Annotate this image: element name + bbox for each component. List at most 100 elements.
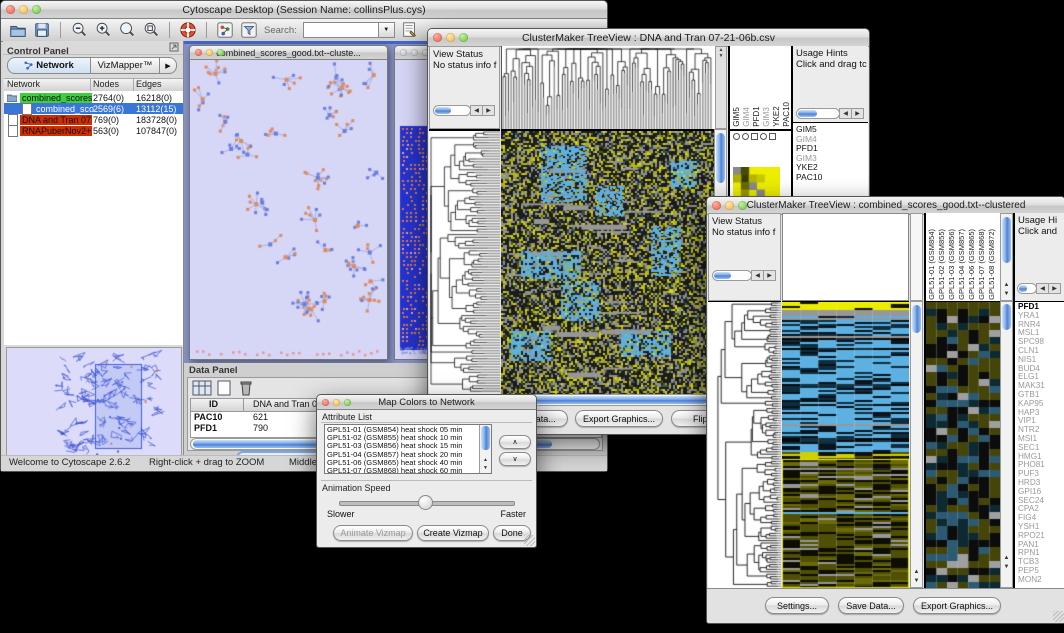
col-label: PAC10	[782, 102, 791, 127]
close-button[interactable]	[433, 33, 442, 42]
view-status-scrollbar[interactable]: ◀▶	[712, 270, 776, 281]
open-file-icon[interactable]	[9, 21, 27, 39]
network-canvas[interactable]	[190, 60, 385, 358]
slower-label: Slower	[327, 509, 355, 519]
minimize-button[interactable]	[206, 49, 213, 56]
move-up-button[interactable]: ∧	[499, 435, 531, 449]
treeview1-titlebar[interactable]: ClusterMaker TreeView : DNA and Tran 07-…	[428, 29, 869, 47]
zoom-button[interactable]	[32, 5, 41, 14]
gene-label[interactable]: MON2	[1018, 576, 1064, 585]
zoom-button[interactable]	[738, 201, 747, 210]
birdseye-overview[interactable]	[6, 347, 182, 461]
tv2-label-scrollbar[interactable]: ▲▼	[1000, 213, 1013, 301]
minimize-button[interactable]	[19, 5, 28, 14]
close-button[interactable]	[195, 49, 202, 56]
zoom-out-icon[interactable]	[70, 21, 88, 39]
control-panel: Control Panel Network VizMapper™ ▶ Netwo…	[3, 41, 184, 463]
zoom-button[interactable]	[344, 399, 351, 406]
network-tab-icon	[24, 61, 33, 70]
col-nodes[interactable]: Nodes	[93, 79, 119, 89]
close-button[interactable]	[322, 399, 329, 406]
save-icon[interactable]	[33, 21, 51, 39]
minimize-button[interactable]	[725, 201, 734, 210]
window-controls[interactable]	[1, 5, 46, 14]
delete-attribute-icon[interactable]	[236, 380, 256, 396]
tab-overflow[interactable]: ▶	[159, 57, 177, 74]
tv2-vscrollbar[interactable]: ▲▼	[910, 301, 923, 588]
filter-icon[interactable]	[240, 21, 258, 39]
network-row[interactable]: DNA and Tran 07 769(0) 183728(0)	[4, 114, 183, 125]
cytoscape-titlebar[interactable]: Cytoscape Desktop (Session Name: collins…	[1, 1, 607, 19]
tv1-row-dendrogram[interactable]	[429, 129, 500, 394]
zoom-in-icon[interactable]	[94, 21, 112, 39]
tv2-heatmap[interactable]	[782, 301, 909, 589]
minimize-button[interactable]	[446, 33, 455, 42]
save-data-button[interactable]: Save Data...	[838, 597, 904, 614]
settings-button[interactable]: Settings...	[765, 597, 829, 614]
tv2-gene-list[interactable]: PFD1 YRA1RNR4MSL1SPC98CLN1NIS1BUD4ELG1MA…	[1015, 301, 1064, 588]
float-panel-icon[interactable]	[169, 42, 179, 52]
export-graphics-button[interactable]: Export Graphics...	[575, 410, 663, 427]
tv2-button-bar: Settings... Save Data... Export Graphics…	[707, 588, 1064, 623]
col-network[interactable]: Network	[7, 79, 40, 89]
tv2-usage-panel: Usage Hi Click and ◀▶	[1015, 213, 1064, 301]
network-row[interactable]: RNAPuberNov2+ 563(0) 107847(0)	[4, 125, 183, 136]
usage-hints-scrollbar[interactable]: ◀▶	[1017, 283, 1061, 294]
zoom-button[interactable]	[217, 49, 224, 56]
network-view-titlebar[interactable]: combined_scores_good.txt--cluste...	[190, 46, 387, 60]
minimize-button[interactable]	[411, 49, 418, 56]
faster-label: Faster	[500, 509, 526, 519]
tab-vizmapper[interactable]: VizMapper™	[90, 57, 160, 74]
treeview2-window: ClusterMaker TreeView : combined_scores_…	[706, 196, 1064, 624]
tv2-gene-scrollbar[interactable]: ▲▼	[1000, 301, 1013, 588]
experiment-label: GPL51-07 (GSM868)	[977, 229, 986, 300]
create-vizmap-button[interactable]: Create Vizmap	[417, 525, 489, 541]
view-status-scrollbar[interactable]: ◀▶	[433, 105, 495, 116]
zoom-selected-icon[interactable]	[142, 21, 160, 39]
minimize-button[interactable]	[333, 399, 340, 406]
network-row[interactable]: combined_scores 2764(0) 16218(0)	[4, 92, 183, 103]
tv1-heatmap[interactable]	[501, 129, 714, 394]
attribute-item[interactable]: GPL51-07 (GSM868) heat shock 60 min	[327, 467, 477, 474]
tv2-row-dendrogram[interactable]	[708, 301, 781, 589]
tv2-zoom-heatmap[interactable]	[926, 301, 1000, 589]
animate-vizmap-button[interactable]: Animate Vizmap	[333, 525, 413, 541]
tv1-column-dendrogram[interactable]	[501, 46, 715, 129]
animation-slider-thumb[interactable]	[418, 495, 433, 510]
help-lifering-icon[interactable]	[179, 21, 197, 39]
experiment-label: GPL51-06 (GSM865)	[967, 229, 976, 300]
tab-network[interactable]: Network	[7, 57, 91, 74]
resize-grip[interactable]	[524, 535, 535, 546]
close-button[interactable]	[400, 49, 407, 56]
usage-hints-text: Click and	[1015, 226, 1064, 237]
search-label: Search:	[264, 25, 297, 36]
search-dropdown-arrow[interactable]: ▼	[378, 22, 395, 38]
new-attribute-icon[interactable]	[214, 380, 234, 396]
toolbar-separator	[206, 22, 207, 38]
tv1-dendro-spinner[interactable]: ▲▼	[715, 46, 727, 129]
network-name: combined_scores	[20, 93, 92, 103]
col-edges[interactable]: Edges	[136, 79, 162, 89]
network-settings-icon[interactable]	[216, 21, 234, 39]
move-down-button[interactable]: ∨	[499, 452, 531, 466]
zoom-button[interactable]	[459, 33, 468, 42]
export-graphics-button[interactable]: Export Graphics...	[913, 597, 1001, 614]
annotation-icon[interactable]	[401, 21, 419, 39]
attribute-list-scrollbar[interactable]: ▲ ▼	[479, 425, 491, 473]
network-name: RNAPuberNov2+	[20, 126, 92, 136]
zoom-fit-icon[interactable]	[118, 21, 136, 39]
data-col-id[interactable]: ID	[209, 399, 218, 409]
attribute-list[interactable]: GPL51-01 (GSM854) heat shock 05 minGPL51…	[324, 424, 492, 474]
close-button[interactable]	[712, 201, 721, 210]
search-input[interactable]	[303, 22, 378, 38]
dialog-titlebar[interactable]: Map Colors to Network	[317, 395, 536, 410]
resize-grip[interactable]	[1053, 611, 1064, 622]
control-panel-title: Control Panel	[3, 46, 69, 57]
attribute-table-icon[interactable]	[192, 380, 212, 396]
gene-label[interactable]: PAC10	[796, 173, 868, 183]
usage-hints-scrollbar[interactable]: ◀▶	[796, 108, 864, 119]
close-button[interactable]	[6, 5, 15, 14]
col-label: GIM3	[762, 102, 771, 127]
network-row-selected[interactable]: combined_sco 2569(6) 13112(15)	[4, 103, 183, 114]
zoom-toolbar-icons[interactable]	[730, 131, 791, 140]
